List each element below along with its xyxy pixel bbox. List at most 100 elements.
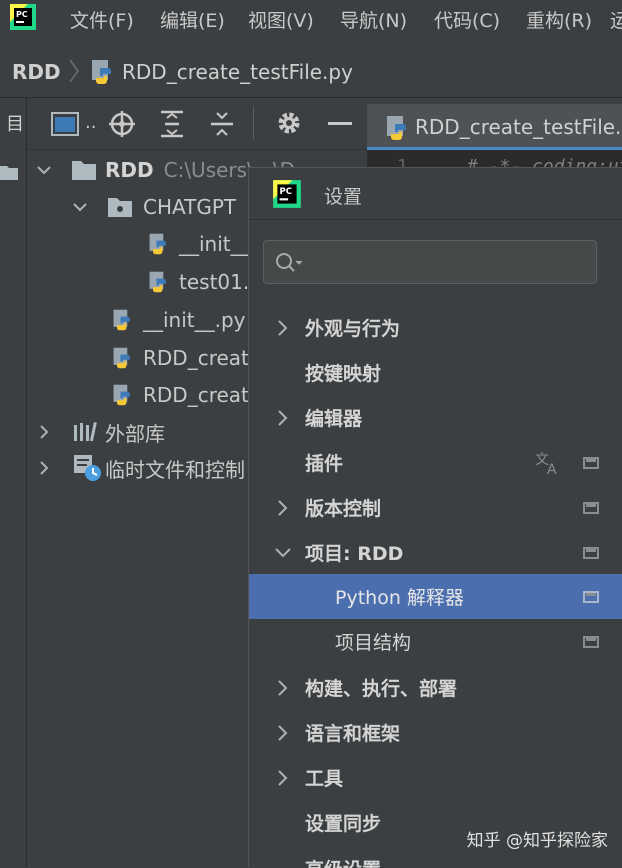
tree-item-scratches[interactable]: 临时文件和控制 bbox=[37, 450, 245, 486]
tree-item-label: RDD_creat bbox=[143, 346, 249, 370]
settings-item-label: 插件 bbox=[305, 453, 344, 475]
settings-dialog: PC 设置 外观与行为 按键映射 编辑器 插件 文A 版本控制 项目: RDD bbox=[248, 167, 622, 868]
editor-tab-label: RDD_create_testFile. bbox=[415, 115, 622, 139]
chevron-down-icon[interactable] bbox=[37, 163, 51, 177]
chevron-right-icon[interactable] bbox=[37, 425, 51, 439]
python-file-icon bbox=[113, 384, 130, 406]
breadcrumb: RDD RDD_create_testFile.py bbox=[0, 36, 622, 98]
tree-item-label: CHATGPT bbox=[143, 195, 237, 219]
project-view-icon[interactable] bbox=[51, 112, 79, 140]
settings-item-label: 按键映射 bbox=[305, 363, 382, 385]
hide-panel-icon[interactable] bbox=[328, 122, 352, 125]
tree-item-file[interactable]: RDD_creat bbox=[111, 377, 249, 413]
settings-search-input[interactable] bbox=[263, 240, 597, 284]
folder-icon[interactable] bbox=[0, 164, 18, 184]
tree-item-label: __init__.py bbox=[143, 308, 246, 332]
project-scope-icon bbox=[583, 457, 599, 469]
search-icon bbox=[274, 251, 304, 279]
breadcrumb-separator-icon bbox=[68, 58, 80, 88]
menu-navigate[interactable]: 导航(N) bbox=[340, 6, 407, 33]
svg-text:A: A bbox=[547, 462, 557, 476]
menu-run[interactable]: 运 bbox=[610, 6, 622, 33]
menu-bar: PC 文件(F) 编辑(E) 视图(V) 导航(N) 代码(C) 重构(R) 运 bbox=[0, 0, 622, 36]
project-scope-icon bbox=[583, 591, 599, 603]
chevron-down-icon[interactable] bbox=[73, 200, 87, 214]
chevron-down-icon bbox=[275, 548, 291, 558]
settings-item-label: 设置同步 bbox=[305, 813, 382, 835]
settings-item-label: Python 解释器 bbox=[335, 587, 464, 609]
project-tool-window-label[interactable]: 目 bbox=[0, 114, 26, 132]
tree-item-label: test01. bbox=[179, 270, 250, 294]
pycharm-logo-icon[interactable]: PC bbox=[8, 2, 38, 32]
settings-item-keymap[interactable]: 按键映射 bbox=[249, 350, 622, 395]
project-scope-icon bbox=[583, 636, 599, 648]
python-file-icon bbox=[149, 233, 166, 255]
menu-code[interactable]: 代码(C) bbox=[434, 6, 500, 33]
chevron-right-icon bbox=[278, 680, 288, 696]
tree-item-file[interactable]: test01. bbox=[147, 264, 249, 300]
scratches-icon bbox=[74, 455, 101, 481]
settings-item-editor[interactable]: 编辑器 bbox=[249, 395, 622, 440]
settings-item-label: 项目: RDD bbox=[305, 543, 404, 565]
svg-text:PC: PC bbox=[280, 187, 293, 197]
tree-item-external-libraries[interactable]: 外部库 bbox=[37, 414, 165, 450]
tree-item-file[interactable]: RDD_creat bbox=[111, 340, 249, 376]
menu-file[interactable]: 文件(F) bbox=[70, 6, 134, 33]
settings-item-python-interpreter[interactable]: Python 解释器 bbox=[249, 574, 622, 619]
python-file-icon bbox=[113, 347, 130, 369]
settings-item-label: 构建、执行、部署 bbox=[305, 678, 458, 700]
watermark: 知乎 @知乎探险家 bbox=[466, 831, 608, 851]
project-scope-icon bbox=[583, 502, 599, 514]
settings-item-vcs[interactable]: 版本控制 bbox=[249, 485, 622, 530]
python-file-icon bbox=[149, 271, 166, 293]
svg-text:PC: PC bbox=[16, 10, 28, 19]
gear-icon[interactable] bbox=[276, 110, 302, 140]
tree-item-label: RDD bbox=[105, 158, 154, 182]
project-scope-icon bbox=[583, 547, 599, 559]
toolbar-divider bbox=[253, 106, 254, 140]
settings-item-tools[interactable]: 工具 bbox=[249, 755, 622, 800]
dialog-title: 设置 bbox=[324, 186, 363, 208]
tree-item-label: 临时文件和控制 bbox=[105, 457, 245, 482]
settings-item-label: 语言和框架 bbox=[305, 723, 401, 745]
chevron-right-icon bbox=[278, 725, 288, 741]
menu-view[interactable]: 视图(V) bbox=[248, 6, 314, 33]
settings-item-languages[interactable]: 语言和框架 bbox=[249, 710, 622, 755]
settings-item-build[interactable]: 构建、执行、部署 bbox=[249, 665, 622, 710]
python-file-icon bbox=[385, 114, 411, 146]
tree-item-label: 外部库 bbox=[105, 421, 165, 446]
collapse-all-icon[interactable] bbox=[209, 110, 235, 142]
dialog-title-bar[interactable]: PC 设置 bbox=[249, 168, 622, 220]
settings-item-appearance[interactable]: 外观与行为 bbox=[249, 305, 622, 350]
settings-item-label: 外观与行为 bbox=[305, 318, 401, 340]
chevron-right-icon bbox=[278, 770, 288, 786]
menu-edit[interactable]: 编辑(E) bbox=[160, 6, 225, 33]
tree-item-file[interactable]: __init__.py bbox=[111, 302, 246, 338]
tree-item-label: __init__ bbox=[179, 232, 251, 256]
tree-item-file[interactable]: __init__ bbox=[147, 226, 251, 262]
editor-tab[interactable]: RDD_create_testFile. bbox=[367, 104, 622, 150]
left-tool-strip: 目 bbox=[0, 98, 27, 867]
locate-file-icon[interactable] bbox=[108, 110, 136, 142]
expand-all-icon[interactable] bbox=[159, 110, 185, 142]
settings-item-label: 项目结构 bbox=[335, 632, 412, 654]
package-folder-icon bbox=[108, 198, 132, 217]
chevron-right-icon bbox=[278, 410, 288, 426]
settings-item-label: 高级设置 bbox=[305, 855, 381, 868]
breadcrumb-file[interactable]: RDD_create_testFile.py bbox=[122, 60, 353, 84]
project-toolbar: .. bbox=[27, 98, 367, 150]
settings-item-label: 工具 bbox=[305, 768, 344, 790]
tree-item-chatgpt[interactable]: CHATGPT bbox=[73, 189, 236, 225]
breadcrumb-project[interactable]: RDD bbox=[12, 60, 61, 84]
chevron-right-icon bbox=[278, 320, 288, 336]
python-file-icon bbox=[113, 309, 130, 331]
settings-item-project[interactable]: 项目: RDD bbox=[249, 530, 622, 575]
folder-icon bbox=[72, 161, 96, 180]
project-view-dropdown[interactable]: .. bbox=[85, 112, 96, 133]
tree-item-label: RDD_creat bbox=[143, 383, 249, 407]
settings-item-label: 版本控制 bbox=[305, 498, 382, 520]
chevron-right-icon[interactable] bbox=[37, 461, 51, 475]
settings-item-project-structure[interactable]: 项目结构 bbox=[249, 619, 622, 664]
menu-refactor[interactable]: 重构(R) bbox=[526, 6, 592, 33]
settings-item-plugins[interactable]: 插件 文A bbox=[249, 440, 622, 485]
